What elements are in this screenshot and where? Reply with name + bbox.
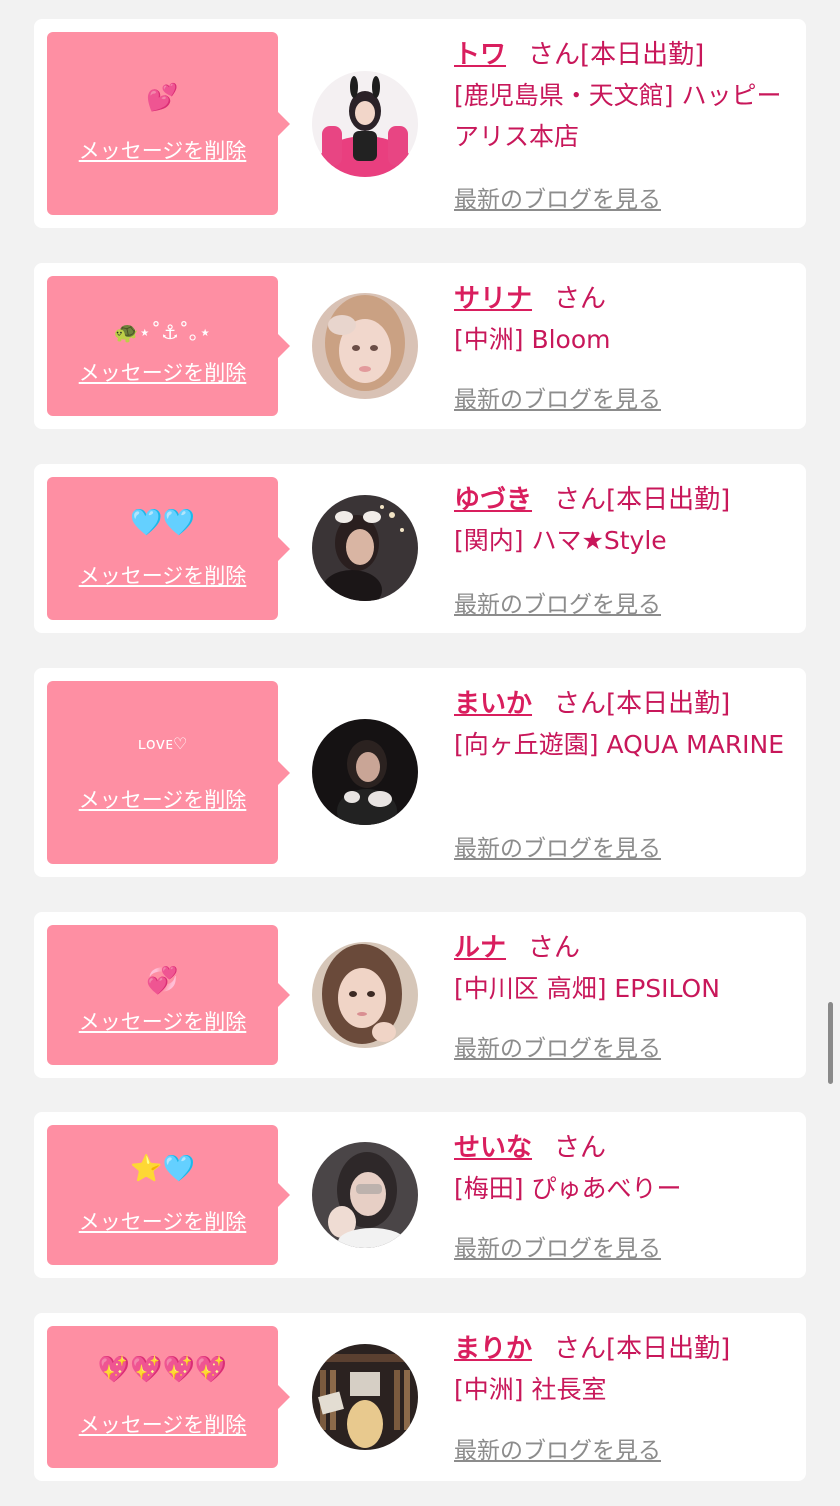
- name-line: ルナ さん: [454, 928, 794, 968]
- latest-blog-link[interactable]: 最新のブログを見る: [454, 1229, 661, 1263]
- delete-message-link[interactable]: メッセージを削除: [47, 1006, 278, 1036]
- avatar[interactable]: [312, 1344, 418, 1450]
- message-card: 🐢⋆˚⚓︎˚｡⋆ メッセージを削除 サリナ さん [中洲] Bloom 最新のブロ…: [34, 263, 806, 429]
- avatar[interactable]: [312, 495, 418, 601]
- message-bubble: 🩵🩵 メッセージを削除: [47, 477, 290, 620]
- avatar-photo-blonde-icon: [312, 293, 418, 399]
- scrollbar[interactable]: [828, 1002, 833, 1084]
- delete-message-link[interactable]: メッセージを削除: [47, 1409, 278, 1439]
- honorific: さん: [528, 933, 581, 963]
- store-name: [関内] ハマ★Style: [454, 526, 667, 555]
- cast-name-link[interactable]: トワ: [454, 40, 506, 70]
- cast-name-link[interactable]: せいな: [454, 1133, 532, 1163]
- cast-name-link[interactable]: まいか: [454, 689, 532, 719]
- honorific: さん: [554, 1133, 607, 1163]
- message-card: ʟᴏᴠᴇ♡ メッセージを削除 まいか さん[本日出勤] [向ヶ丘遊園] AQUA …: [34, 668, 806, 877]
- message-emoji: 💕: [146, 83, 179, 113]
- delete-message-link[interactable]: メッセージを削除: [47, 357, 278, 387]
- message-bubble: 💖💖💖💖 メッセージを削除: [47, 1326, 290, 1468]
- cast-name-link[interactable]: ゆづき: [454, 485, 532, 515]
- cast-name-link[interactable]: ルナ: [454, 933, 506, 963]
- cast-info: まりか さん[本日出勤] [中洲] 社長室: [454, 1329, 794, 1410]
- cast-info: せいな さん [梅田] ぴゅあべりー: [454, 1128, 794, 1209]
- message-bubble: 🐢⋆˚⚓︎˚｡⋆ メッセージを削除: [47, 276, 290, 416]
- avatar-photo-night-icon: [312, 495, 418, 601]
- delete-message-link[interactable]: メッセージを削除: [47, 784, 278, 814]
- latest-blog-link[interactable]: 最新のブログを見る: [454, 829, 661, 863]
- name-line: まいか さん[本日出勤]: [454, 684, 794, 724]
- avatar-photo-bookshelf-icon: [312, 1344, 418, 1450]
- store-name: [中川区 高畑] EPSILON: [454, 974, 720, 1003]
- name-line: せいな さん: [454, 1128, 794, 1168]
- honorific: さん: [554, 1334, 607, 1364]
- avatar[interactable]: [312, 1142, 418, 1248]
- latest-blog-link[interactable]: 最新のブログを見る: [454, 585, 661, 619]
- delete-message-link[interactable]: メッセージを削除: [47, 135, 278, 165]
- name-line: まりか さん[本日出勤]: [454, 1329, 794, 1369]
- name-line: トワ さん[本日出勤]: [454, 35, 794, 75]
- message-bubble: ⭐️🩵 メッセージを削除: [47, 1125, 290, 1265]
- message-card: 💖💖💖💖 メッセージを削除 まりか さん[本日出勤] [中洲] 社長室 最新のブロ…: [34, 1313, 806, 1481]
- work-status: [本日出勤]: [606, 485, 731, 515]
- avatar[interactable]: [312, 942, 418, 1048]
- delete-message-link[interactable]: メッセージを削除: [47, 1206, 278, 1236]
- honorific: さん: [554, 284, 607, 314]
- avatar-photo-dark-icon: [312, 719, 418, 825]
- work-status: [本日出勤]: [580, 40, 705, 70]
- cast-info: サリナ さん [中洲] Bloom: [454, 279, 794, 360]
- work-status: [本日出勤]: [606, 689, 731, 719]
- message-emoji: ⭐️🩵: [130, 1154, 195, 1184]
- message-card: 💞 メッセージを削除 ルナ さん [中川区 高畑] EPSILON 最新のブログを…: [34, 912, 806, 1078]
- message-bubble: 💞 メッセージを削除: [47, 925, 290, 1065]
- message-emoji: ʟᴏᴠᴇ♡: [137, 734, 188, 753]
- avatar[interactable]: [312, 71, 418, 177]
- avatar-photo-brown-hair-icon: [312, 942, 418, 1048]
- honorific: さん: [554, 485, 607, 515]
- cast-name-link[interactable]: まりか: [454, 1334, 532, 1364]
- store-name: [向ヶ丘遊園] AQUA MARINE: [454, 730, 785, 759]
- store-name: [梅田] ぴゅあべりー: [454, 1174, 682, 1203]
- honorific: さん: [554, 689, 607, 719]
- cast-name-link[interactable]: サリナ: [454, 284, 532, 314]
- store-name: [中洲] 社長室: [454, 1375, 607, 1404]
- message-emoji: 🩵🩵: [130, 508, 195, 538]
- avatar[interactable]: [312, 719, 418, 825]
- work-status: [本日出勤]: [606, 1334, 731, 1364]
- cast-info: まいか さん[本日出勤] [向ヶ丘遊園] AQUA MARINE: [454, 684, 794, 765]
- message-card: ⭐️🩵 メッセージを削除 せいな さん [梅田] ぴゅあべりー 最新のブログを見る: [34, 1112, 806, 1278]
- message-emoji: 💖💖💖💖: [97, 1355, 228, 1385]
- latest-blog-link[interactable]: 最新のブログを見る: [454, 1029, 661, 1063]
- latest-blog-link[interactable]: 最新のブログを見る: [454, 180, 661, 214]
- latest-blog-link[interactable]: 最新のブログを見る: [454, 380, 661, 414]
- cast-info: ゆづき さん[本日出勤] [関内] ハマ★Style: [454, 480, 794, 561]
- delete-message-link[interactable]: メッセージを削除: [47, 560, 278, 590]
- latest-blog-link[interactable]: 最新のブログを見る: [454, 1431, 661, 1465]
- message-emoji: 🐢⋆˚⚓︎˚｡⋆: [113, 320, 212, 344]
- message-bubble: 💕 メッセージを削除: [47, 32, 290, 215]
- name-line: サリナ さん: [454, 279, 794, 319]
- store-name: [中洲] Bloom: [454, 325, 611, 354]
- message-emoji: 💞: [146, 966, 179, 996]
- avatar-photo-blurred-icon: [312, 1142, 418, 1248]
- cast-info: ルナ さん [中川区 高畑] EPSILON: [454, 928, 794, 1009]
- store-name: [鹿児島県・天文館] ハッピーアリス本店: [454, 81, 782, 151]
- cast-info: トワ さん[本日出勤] [鹿児島県・天文館] ハッピーアリス本店: [454, 35, 794, 157]
- message-card: 🩵🩵 メッセージを削除 ゆづき さん[本日出勤] [関内] ハマ★Style 最新…: [34, 464, 806, 633]
- avatar[interactable]: [312, 293, 418, 399]
- name-line: ゆづき さん[本日出勤]: [454, 480, 794, 520]
- message-bubble: ʟᴏᴠᴇ♡ メッセージを削除: [47, 681, 290, 864]
- avatar-photo-pink-chair-icon: [312, 71, 418, 177]
- honorific: さん: [528, 40, 581, 70]
- message-card: 💕 メッセージを削除 トワ さん[本日出勤] [鹿児島県・天文館] ハッピーアリス…: [34, 19, 806, 228]
